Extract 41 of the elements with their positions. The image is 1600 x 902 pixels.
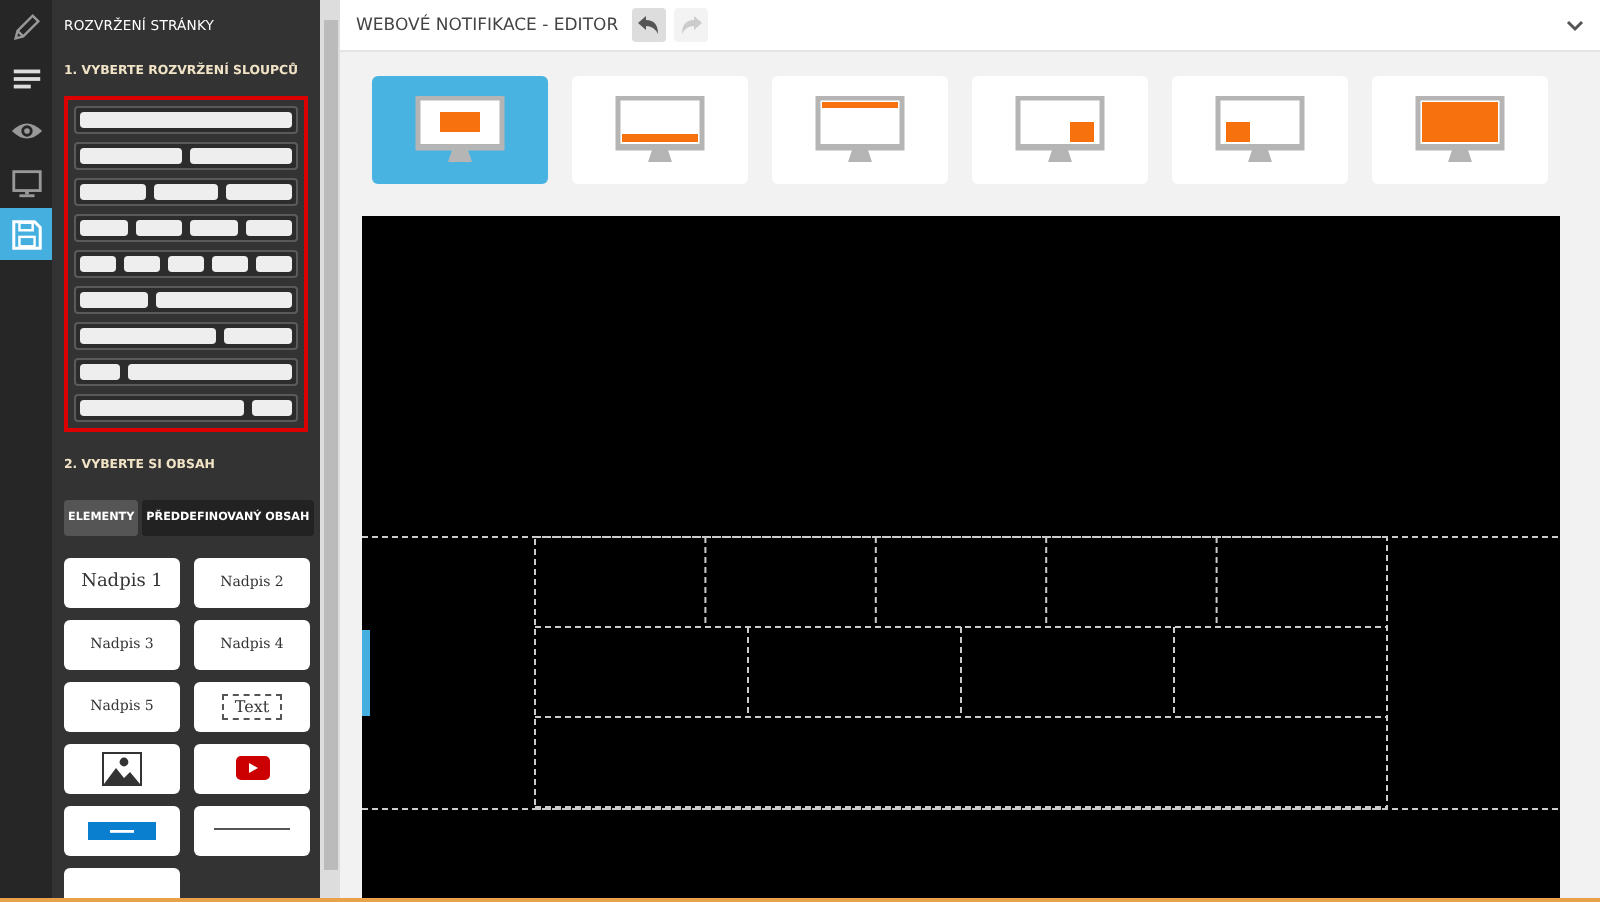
pencil-icon <box>9 9 43 43</box>
position-option[interactable] <box>572 76 748 184</box>
layout-option[interactable] <box>74 178 298 207</box>
monitor-icon <box>812 96 908 164</box>
element-tile[interactable] <box>194 743 310 794</box>
chevron-down-icon[interactable] <box>1566 19 1584 31</box>
position-option[interactable] <box>772 76 948 184</box>
divider-icon <box>214 828 290 833</box>
position-option[interactable] <box>1372 76 1548 184</box>
button-icon <box>88 821 156 840</box>
element-tile[interactable] <box>64 805 180 856</box>
monitor-icon <box>9 165 43 199</box>
monitor-icon <box>1212 96 1308 164</box>
layout-option[interactable] <box>74 358 298 387</box>
redo-icon <box>680 16 703 34</box>
element-tile[interactable]: Text <box>194 681 310 732</box>
scrollbar[interactable] <box>320 0 340 898</box>
layout-option[interactable] <box>74 250 298 279</box>
save-icon <box>9 217 43 251</box>
layout-option[interactable] <box>74 394 298 423</box>
video-play-icon <box>235 756 269 781</box>
position-option[interactable] <box>972 76 1148 184</box>
layout-option[interactable] <box>74 106 298 135</box>
monitor-icon <box>412 96 508 164</box>
resize-handle[interactable] <box>362 630 370 716</box>
element-tile[interactable] <box>194 805 310 856</box>
layout-option[interactable] <box>74 142 298 171</box>
position-option[interactable] <box>1172 76 1348 184</box>
element-tile[interactable]: Nadpis 1 <box>64 557 180 608</box>
layout-option[interactable] <box>74 322 298 351</box>
editor-title: WEBOVÉ NOTIFIKACE - EDITOR <box>356 15 619 35</box>
position-option[interactable] <box>372 76 548 184</box>
element-tile[interactable] <box>64 743 180 794</box>
layout-option[interactable] <box>74 286 298 315</box>
monitor-icon <box>612 96 708 164</box>
monitor-icon <box>1412 96 1508 164</box>
undo-icon <box>638 16 661 34</box>
layout-option[interactable] <box>74 214 298 243</box>
image-icon <box>102 751 142 786</box>
undo-button[interactable] <box>632 8 667 42</box>
monitor-icon <box>1012 96 1108 164</box>
